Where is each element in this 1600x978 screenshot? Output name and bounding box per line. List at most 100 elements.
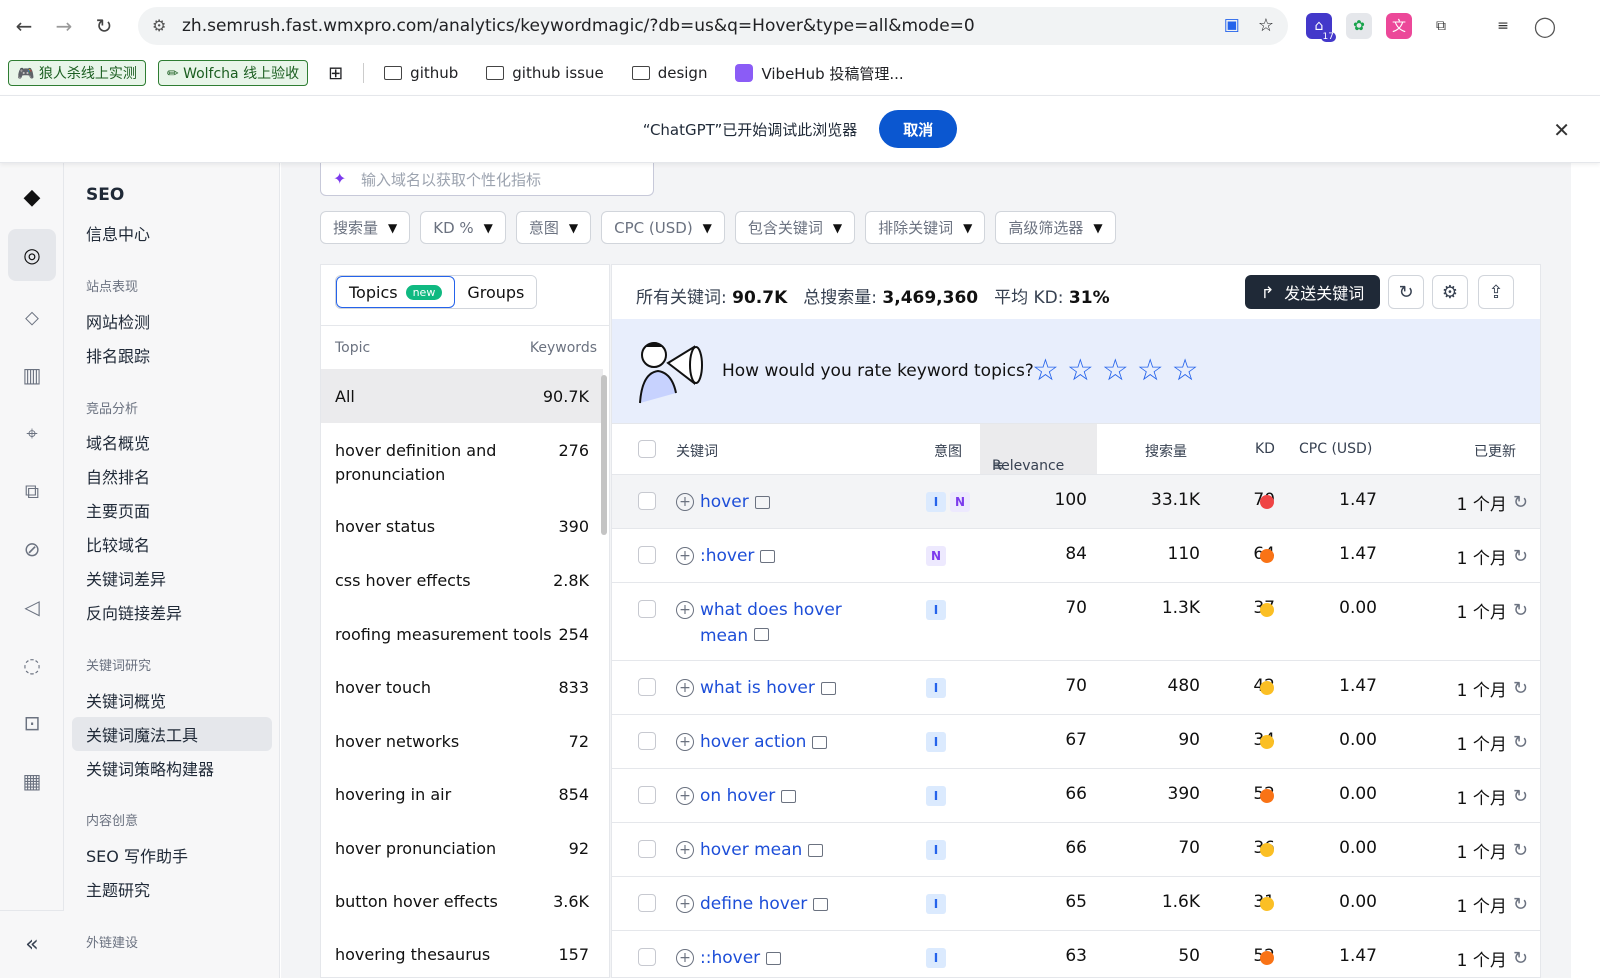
refresh-icon[interactable]: ↻ <box>1513 492 1528 513</box>
refresh-icon[interactable]: ↻ <box>1513 894 1528 915</box>
filter-advanced[interactable]: 高级筛选器 ▼ <box>995 211 1116 244</box>
back-icon[interactable]: ← <box>12 14 36 38</box>
filter-volume[interactable]: 搜索量 ▼ <box>320 211 411 244</box>
filter-kd[interactable]: KD % ▼ <box>420 211 506 244</box>
filter-include-keywords[interactable]: 包含关键词 ▼ <box>734 211 856 244</box>
row-checkbox[interactable] <box>638 948 656 966</box>
col-kd[interactable]: KD <box>1255 441 1275 457</box>
location-icon[interactable]: ⌖ <box>16 417 48 449</box>
topic-row[interactable]: hover definition and pronunciation 276 <box>321 439 603 487</box>
volume-value[interactable]: 110 <box>1168 544 1200 564</box>
table-row[interactable]: +hover mean I 66 70 36 0.00 1 个月↻ <box>612 823 1540 877</box>
sidebar-item-organic-rankings[interactable]: 自然排名 <box>72 459 272 493</box>
topic-row[interactable]: roofing measurement tools 254 <box>321 625 603 644</box>
seo-icon[interactable]: ◎ <box>8 229 56 281</box>
sidebar-item-domain-overview[interactable]: 域名概览 <box>72 425 272 459</box>
topic-row[interactable]: hover pronunciation 92 <box>321 839 603 858</box>
volume-value[interactable]: 70 <box>1178 838 1200 858</box>
keyword-link[interactable]: hover action <box>700 730 806 754</box>
topic-row[interactable]: All 90.7K <box>321 369 603 423</box>
address-bar[interactable]: ⚙ zh.semrush.fast.wmxpro.com/analytics/k… <box>138 7 1288 45</box>
refresh-icon[interactable]: ↻ <box>1513 732 1528 753</box>
keyword-link[interactable]: what is hover <box>700 676 815 700</box>
table-row[interactable]: +what is hover I 70 480 42 1.47 1 个月↻ <box>612 661 1540 715</box>
col-updated[interactable]: 已更新 <box>1474 441 1516 461</box>
star-icon[interactable]: ☆ <box>1172 353 1199 388</box>
table-row[interactable]: +hover action I 67 90 34 0.00 1 个月↻ <box>612 715 1540 769</box>
volume-value[interactable]: 1.6K <box>1162 892 1200 912</box>
reload-icon[interactable]: ↻ <box>92 14 116 38</box>
star-icon[interactable]: ☆ <box>1032 353 1059 388</box>
topic-row[interactable]: css hover effects 2.8K <box>321 571 603 590</box>
sidebar-item-keyword-magic-tool[interactable]: 关键词魔法工具 <box>72 717 272 751</box>
analytics-icon[interactable]: ▥ <box>16 359 48 391</box>
refresh-icon[interactable]: ↻ <box>1513 840 1528 861</box>
add-keyword-icon[interactable]: + <box>676 601 694 619</box>
table-row[interactable]: +::hover I 63 50 52 1.47 1 个月↻ <box>612 931 1540 977</box>
row-checkbox[interactable] <box>638 546 656 564</box>
add-keyword-icon[interactable]: + <box>676 949 694 967</box>
forward-icon[interactable]: → <box>52 14 76 38</box>
refresh-icon[interactable]: ↻ <box>1513 786 1528 807</box>
bookmark-vibehub[interactable]: VibeHub 投稿管理... <box>727 63 911 84</box>
serp-icon[interactable] <box>760 550 776 563</box>
content-icon[interactable]: ⧉ <box>16 475 48 507</box>
advertising-icon[interactable]: ◁ <box>16 591 48 623</box>
row-checkbox[interactable] <box>638 894 656 912</box>
bookmark-wolfcha[interactable]: ✏ Wolfcha 线上验收 <box>157 60 309 86</box>
keyword-link[interactable]: what does hover mean <box>700 598 842 648</box>
topics-scrollbar[interactable] <box>601 375 607 535</box>
serp-icon[interactable] <box>812 736 828 749</box>
refresh-button[interactable]: ↻ <box>1388 275 1424 309</box>
volume-value[interactable]: 33.1K <box>1151 490 1200 510</box>
extensions-menu-icon[interactable]: ⧉ <box>1428 13 1454 39</box>
table-row[interactable]: +hover IN 100 33.1K 70 1.47 1 个月↻ <box>612 475 1540 529</box>
add-keyword-icon[interactable]: + <box>676 787 694 805</box>
add-keyword-icon[interactable]: + <box>676 493 694 511</box>
add-keyword-icon[interactable]: + <box>676 679 694 697</box>
cancel-debug-button[interactable]: 取消 <box>879 110 958 148</box>
bookmark-github-issue[interactable]: github issue <box>478 64 611 82</box>
close-icon[interactable]: ✕ <box>1553 118 1570 142</box>
sidebar-item-keyword-overview[interactable]: 关键词概览 <box>72 683 272 717</box>
topic-row[interactable]: button hover effects 3.6K <box>321 892 603 911</box>
table-row[interactable]: +what does hovermean I 70 1.3K 37 0.00 1… <box>612 583 1540 661</box>
keyword-link[interactable]: on hover <box>700 784 775 808</box>
bookmark-design[interactable]: design <box>624 64 716 82</box>
keyword-link[interactable]: define hover <box>700 892 807 916</box>
reports-icon[interactable]: ⊡ <box>16 707 48 739</box>
bookmark-github[interactable]: github <box>376 64 466 82</box>
sidebar-item-topic-research[interactable]: 主题研究 <box>72 872 272 906</box>
refresh-icon[interactable]: ↻ <box>1513 600 1528 621</box>
col-cpc[interactable]: CPC (USD) <box>1299 441 1372 457</box>
filter-cpc[interactable]: CPC (USD) ▼ <box>601 211 725 244</box>
profile-icon[interactable]: ◯ <box>1532 13 1558 39</box>
serp-icon[interactable] <box>813 898 829 911</box>
domain-input[interactable]: ✦ 输入域名以获取个性化指标 <box>320 163 654 196</box>
serp-icon[interactable] <box>820 682 836 695</box>
sidebar-item-position-tracking[interactable]: 排名跟踪 <box>72 338 272 372</box>
star-icon[interactable]: ☆ <box>1067 353 1094 388</box>
tab-groups[interactable]: Groups <box>455 276 537 308</box>
export-button[interactable]: ⇪ <box>1478 275 1514 309</box>
sidebar-item-dashboard[interactable]: 信息中心 <box>72 216 272 250</box>
add-keyword-icon[interactable]: + <box>676 733 694 751</box>
row-checkbox[interactable] <box>638 732 656 750</box>
keyword-link[interactable]: :hover <box>700 544 754 568</box>
volume-value[interactable]: 390 <box>1168 784 1200 804</box>
volume-value[interactable]: 90 <box>1178 730 1200 750</box>
site-settings-icon[interactable]: ⚙ <box>152 16 166 35</box>
topic-row[interactable]: hovering in air 854 <box>321 785 603 804</box>
bookmark-star-icon[interactable]: ☆ <box>1258 15 1274 36</box>
send-keywords-button[interactable]: ↱ 发送关键词 <box>1245 275 1380 309</box>
topic-row[interactable]: hover networks 72 <box>321 732 603 751</box>
sidebar-item-keyword-gap[interactable]: 关键词差异 <box>72 561 272 595</box>
row-checkbox[interactable] <box>638 492 656 510</box>
row-checkbox[interactable] <box>638 786 656 804</box>
collapse-sidebar-icon[interactable]: « <box>0 910 64 978</box>
add-keyword-icon[interactable]: + <box>676 841 694 859</box>
apps-icon[interactable]: ▦ <box>16 765 48 797</box>
serp-icon[interactable] <box>781 790 797 803</box>
col-keyword[interactable]: 关键词 <box>676 441 718 461</box>
translate-extension-icon[interactable]: 文 <box>1386 13 1412 39</box>
